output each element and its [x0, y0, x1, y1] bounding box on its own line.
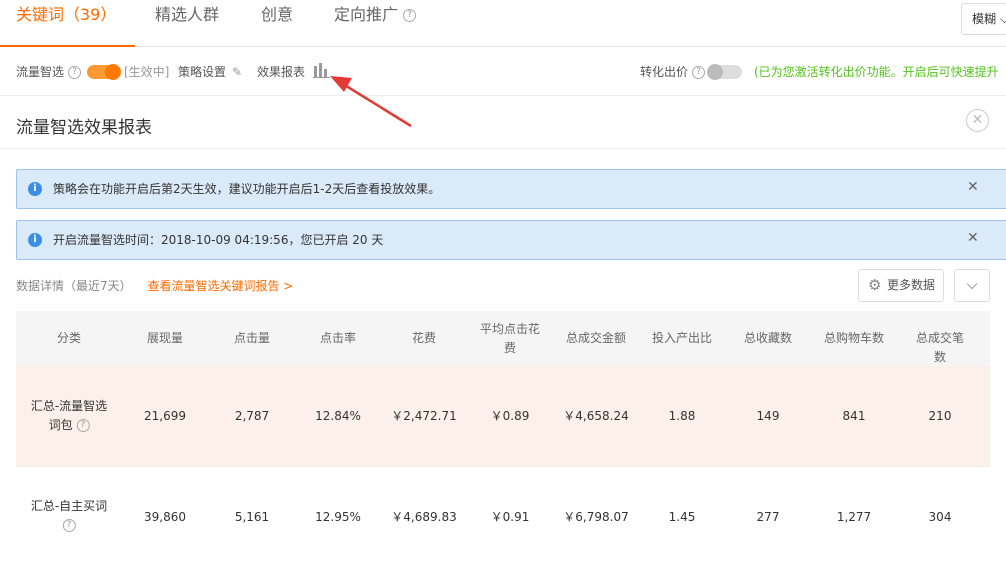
table-header: 分类 展现量 点击量 点击率 花费 平均点击花费 总成交金额 投入产出比 总收藏… [16, 311, 990, 366]
close-icon[interactable]: ✕ [967, 221, 979, 255]
help-icon[interactable]: ? [76, 419, 90, 432]
gear-icon: ⚙ [868, 276, 882, 294]
table-cell: 12.95% [315, 510, 361, 524]
column-header: 总成交笔数 [915, 331, 964, 364]
table-cell: 210 [928, 409, 952, 423]
info-icon: i [28, 233, 42, 247]
table-cell: 277 [756, 510, 780, 524]
table-cell: 12.84% [315, 409, 361, 423]
table-cell: 1.88 [668, 409, 696, 423]
column-header: 总购物车数 [823, 331, 885, 345]
close-icon[interactable]: ✕ [966, 109, 989, 132]
column-header: 总成交金额 [565, 331, 627, 345]
table-cell: 39,860 [144, 510, 186, 524]
data-details-header: 数据详情（最近7天） 查看流量智选关键词报告 > [16, 277, 293, 294]
more-data-button[interactable]: ⚙ 更多数据 [858, 269, 944, 302]
table-cell: 149 [756, 409, 780, 423]
match-mode-value: 模糊 [972, 12, 997, 26]
table-cell: ￥0.89 [490, 409, 530, 423]
column-header: 投入产出比 [651, 331, 713, 345]
active-tab-indicator [0, 45, 135, 47]
conversion-bid-hint: (已为您激活转化出价功能。开启后可快速提升 [754, 65, 999, 79]
column-header: 总收藏数 [743, 331, 793, 345]
tab-creative[interactable]: 创意 [261, 4, 293, 26]
table-cell: 2,787 [234, 409, 270, 423]
smart-traffic-label: 流量智选 [16, 65, 65, 79]
column-header: 花费 [411, 331, 437, 345]
table-cell: 1.45 [668, 510, 696, 524]
data-details-title: 数据详情（最近7天） [16, 279, 132, 293]
category-line: ? [31, 516, 107, 535]
table-cell: ￥0.91 [490, 510, 530, 524]
table-cell: 5,161 [234, 510, 270, 524]
table-row: 汇总-流量智选 词包 ? 21,699 2,787 12.84% ￥2,472.… [16, 366, 990, 466]
match-mode-select[interactable]: 模糊 ⌵ [961, 3, 1006, 35]
table-cell: 841 [842, 409, 866, 423]
strategy-settings-link[interactable]: 策略设置 [178, 65, 226, 79]
table-cell: ￥2,472.71 [391, 409, 457, 423]
tab-keywords[interactable]: 关键词（39） [16, 4, 116, 26]
conversion-bid-label: 转化出价 [640, 65, 689, 79]
column-header: 分类 [56, 331, 82, 345]
expand-button[interactable]: ⌵ [954, 269, 990, 302]
effect-report-label[interactable]: 效果报表 [257, 65, 305, 79]
tab-targeting-label: 定向推广 [334, 5, 399, 24]
bar-chart-icon[interactable] [313, 62, 331, 81]
table-row: 汇总-自主买词 ? 39,860 5,161 12.95% ￥4,689.83 … [16, 466, 990, 566]
tab-bar: 关键词（39） 精选人群 创意 定向推广 ? 模糊 ⌵ [0, 0, 1006, 47]
chevron-down-icon: ⌵ [999, 12, 1006, 26]
tab-selected-audience[interactable]: 精选人群 [155, 4, 219, 26]
keyword-report-link[interactable]: 查看流量智选关键词报告 > [147, 279, 293, 293]
info-alert: i 策略会在功能开启后第2天生效，建议功能开启后1-2天后查看投放效果。 ✕ [16, 169, 1006, 209]
category-line: 汇总-流量智选 [30, 399, 108, 413]
divider [0, 148, 1006, 149]
status-badge: [生效中] [124, 65, 170, 79]
category-cell: 汇总-自主买词 ? [31, 497, 107, 535]
help-icon[interactable]: ? [62, 519, 76, 532]
table-cell: ￥4,689.83 [391, 510, 457, 524]
help-icon[interactable]: ? [68, 65, 81, 79]
category-line: 词包 ? [31, 416, 107, 435]
help-icon[interactable]: ? [403, 9, 417, 22]
chevron-down-icon: ⌵ [966, 277, 978, 293]
table-cell: 21,699 [144, 409, 186, 423]
table-cell: 304 [928, 510, 952, 524]
table-cell: 1,277 [836, 510, 872, 524]
category-line: 汇总-自主买词 [30, 499, 108, 513]
more-data-label: 更多数据 [887, 278, 936, 292]
table-cell: ￥6,798.07 [563, 510, 629, 524]
toolbar: 流量智选 ? [生效中] 策略设置 ✎ 效果报表 转化出价 ? (已为您激活转化… [0, 48, 1006, 96]
info-alert: i 开启流量智选时间：2018-10-09 04:19:56，您已开启 20 天… [16, 220, 1006, 260]
pencil-icon[interactable]: ✎ [232, 65, 242, 79]
help-icon[interactable]: ? [692, 65, 705, 79]
alert-text: 策略会在功能开启后第2天生效，建议功能开启后1-2天后查看投放效果。 [53, 182, 441, 196]
smart-traffic-toggle[interactable] [87, 64, 121, 80]
info-icon: i [28, 182, 42, 196]
column-header: 展现量 [146, 331, 184, 345]
column-header: 点击量 [233, 331, 271, 345]
table-cell: ￥4,658.24 [563, 409, 629, 423]
panel-title: 流量智选效果报表 [16, 118, 152, 138]
column-header: 平均点击花费 [479, 322, 540, 355]
close-icon[interactable]: ✕ [967, 170, 979, 204]
conversion-bid-toggle[interactable] [707, 64, 742, 80]
alert-text: 开启流量智选时间：2018-10-09 04:19:56，您已开启 20 天 [53, 233, 384, 247]
tab-targeting[interactable]: 定向推广 ? [334, 4, 417, 26]
category-cell: 汇总-流量智选 词包 ? [31, 397, 107, 435]
column-header: 点击率 [319, 331, 357, 345]
